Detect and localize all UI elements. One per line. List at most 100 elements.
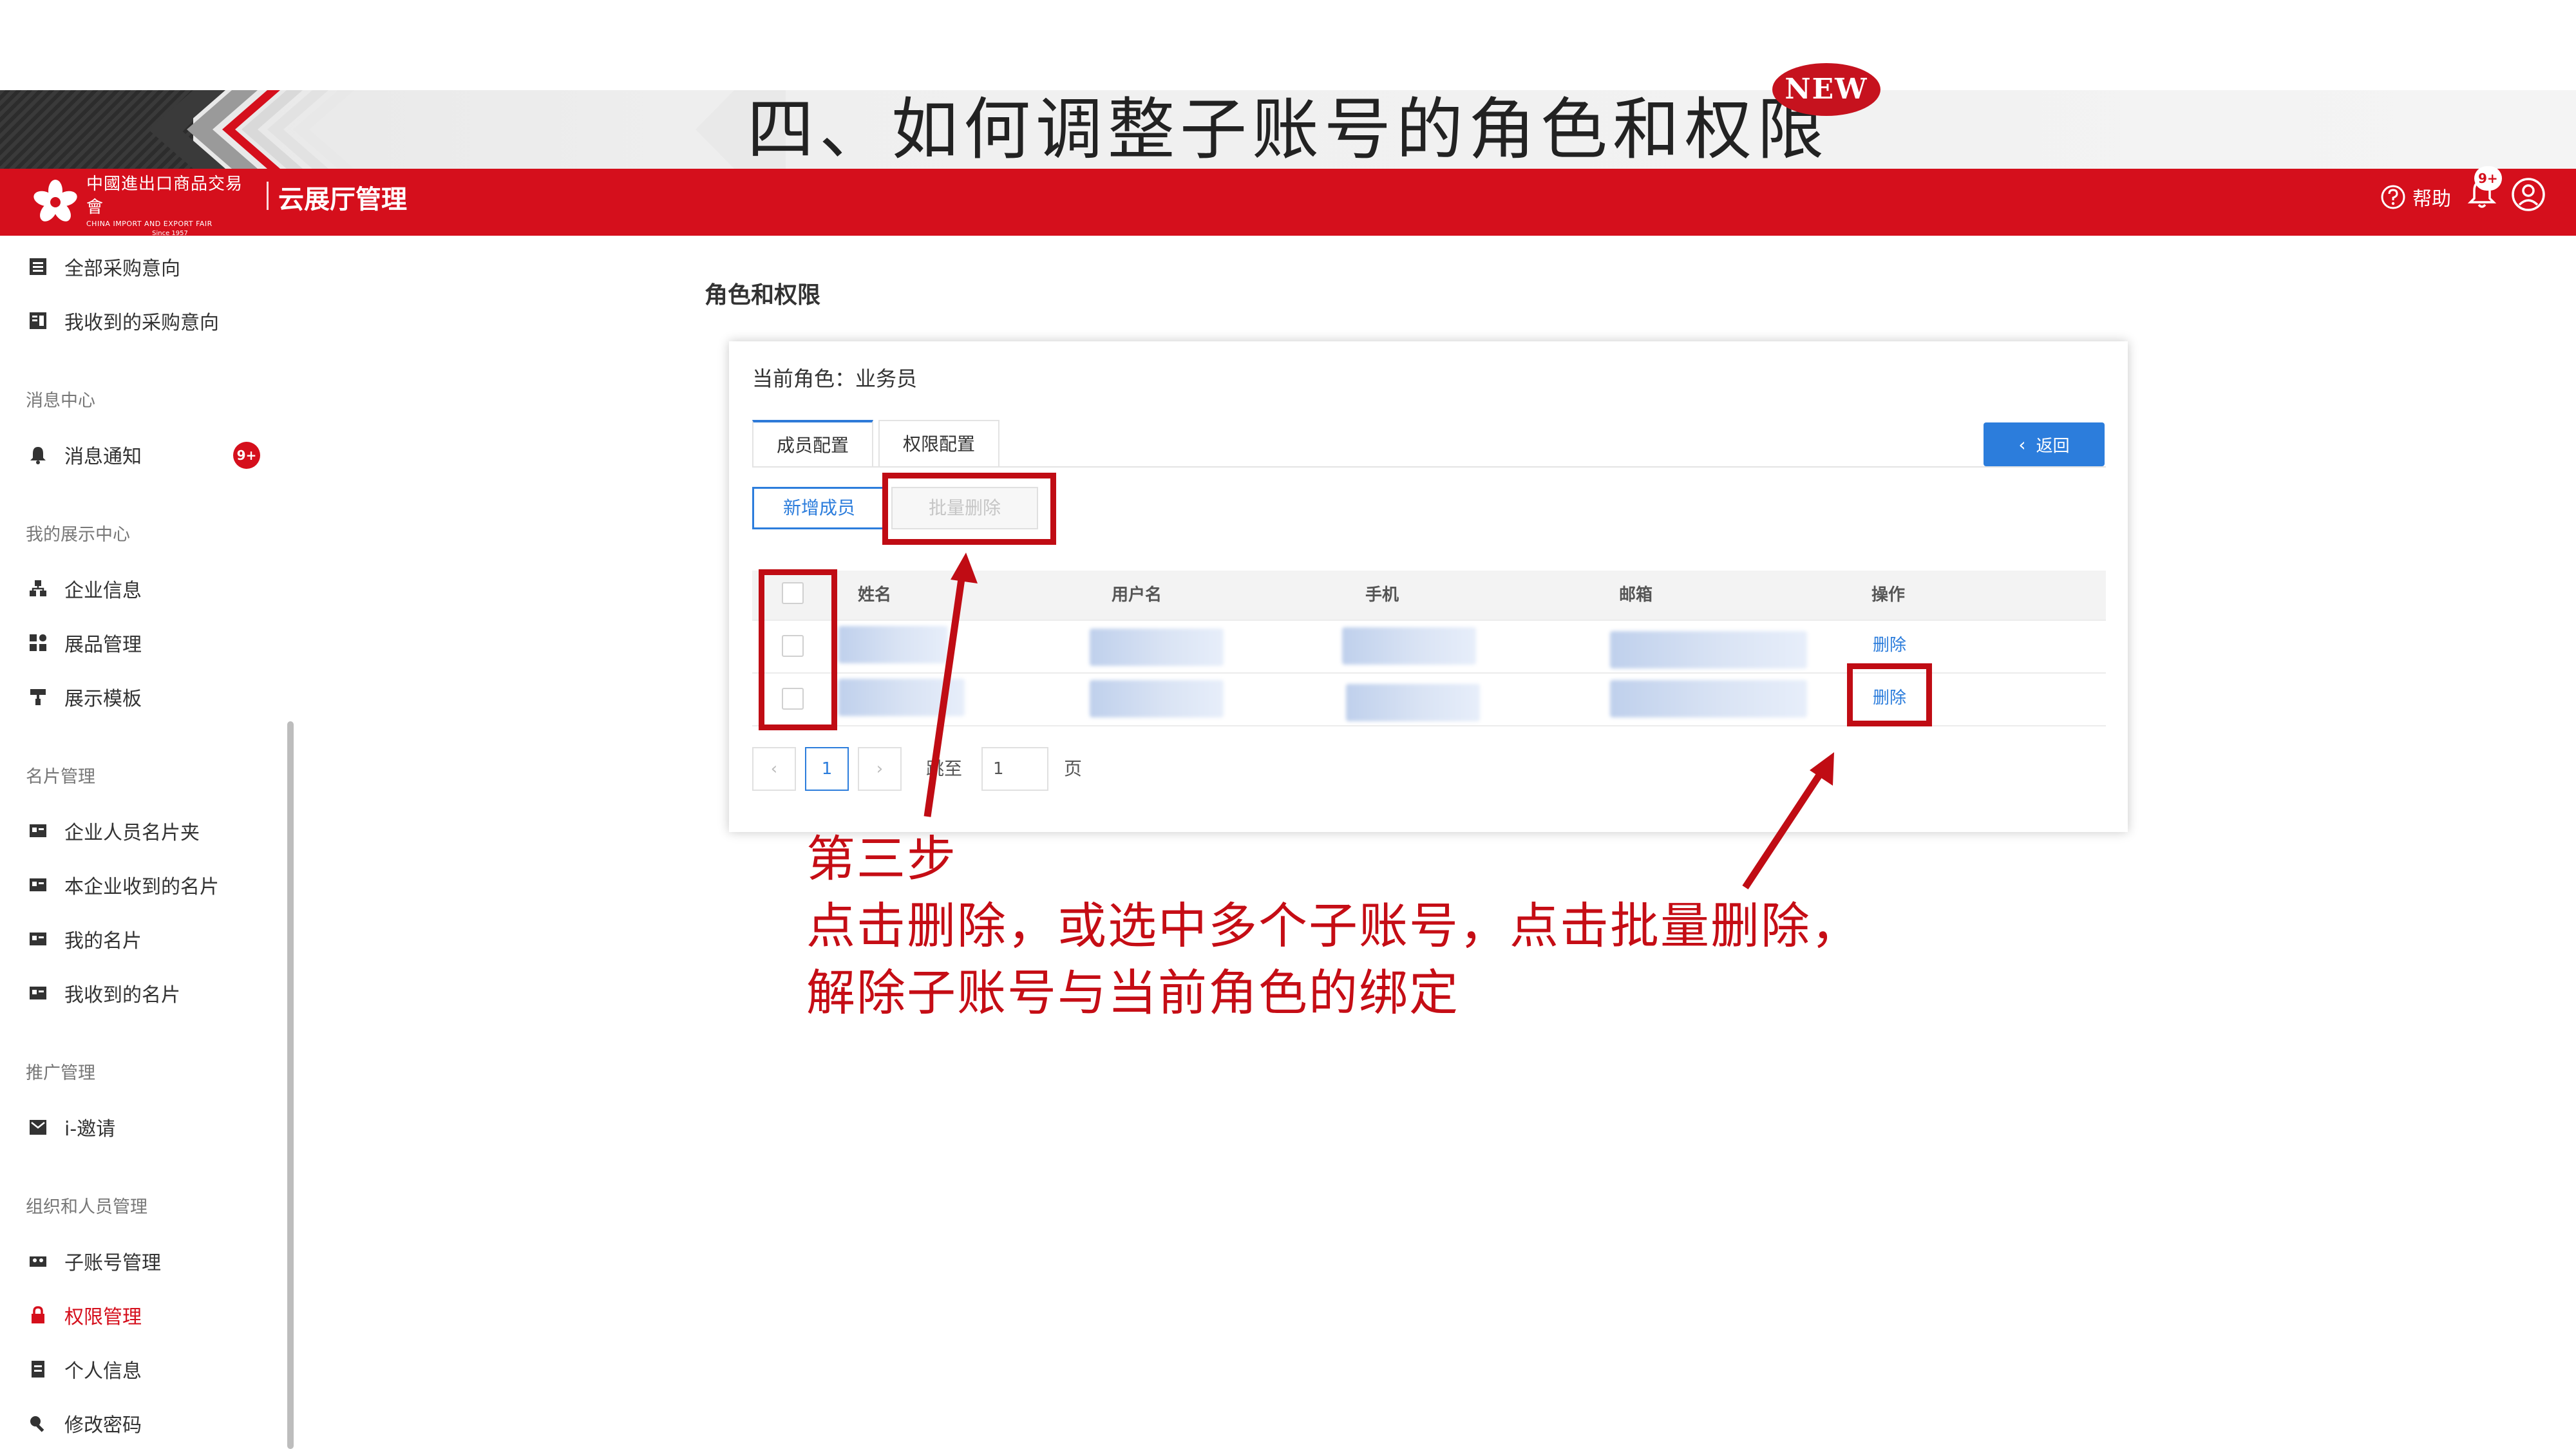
chevron-left-icon: ‹	[2018, 433, 2026, 455]
sidebar-item-all-purchase-intent[interactable]: 全部采购意向	[26, 247, 180, 286]
card-icon	[26, 819, 50, 843]
key-icon	[26, 1411, 50, 1435]
notification-count-badge: 9+	[2474, 166, 2502, 191]
back-label: 返回	[2036, 436, 2070, 456]
column-header-name: 姓名	[858, 585, 892, 605]
sidebar-item-label: 本企业收到的名片	[64, 876, 219, 898]
sidebar-item-exhibits[interactable]: 展品管理	[26, 623, 142, 662]
pager-prev-button[interactable]: ‹	[752, 747, 796, 791]
sidebar-item-sub-accounts[interactable]: 子账号管理	[26, 1242, 161, 1280]
tabs-underline	[752, 466, 2106, 468]
card-icon	[26, 873, 50, 897]
tab-permission-config[interactable]: 权限配置	[878, 420, 999, 466]
sidebar-group-title: 名片管理	[26, 767, 95, 787]
sidebar-item-label: 企业人员名片夹	[64, 822, 200, 844]
blurred-name-cell	[838, 679, 965, 716]
logo-cn: 中國進出口商品交易會	[86, 175, 243, 217]
sidebar-item-received-purchase-intent[interactable]: 我收到的采购意向	[26, 301, 219, 340]
column-header-phone: 手机	[1365, 585, 1399, 605]
new-badge: NEW	[1772, 63, 1880, 116]
sidebar-item-company-info[interactable]: 企业信息	[26, 569, 142, 608]
step-title: 第三步	[806, 830, 957, 887]
sidebar-group-title: 我的展示中心	[26, 525, 130, 545]
user-avatar-icon[interactable]	[2509, 175, 2548, 214]
step-line-1: 点击删除，或选中多个子账号，点击批量删除，	[806, 897, 1861, 954]
sidebar-item-profile[interactable]: 个人信息	[26, 1350, 142, 1388]
tab-member-config[interactable]: 成员配置	[752, 420, 873, 466]
table-divider	[752, 620, 2106, 621]
logo-en: CHINA IMPORT AND EXPORT FAIR	[86, 220, 213, 228]
sidebar-item-label: 全部采购意向	[64, 258, 180, 280]
column-header-username: 用户名	[1112, 585, 1162, 605]
inbox-list-icon	[26, 308, 50, 333]
sidebar-item-label: 企业信息	[64, 580, 142, 602]
sidebar-item-label: 展示模板	[64, 688, 142, 710]
sidebar-group-title: 推广管理	[26, 1063, 95, 1083]
sidebar-item-invite[interactable]: i-邀请	[26, 1108, 115, 1146]
bell-icon	[26, 442, 50, 467]
sidebar-item-my-card[interactable]: 我的名片	[26, 920, 142, 958]
blurred-name-cell	[838, 626, 948, 663]
mail-icon	[26, 1115, 50, 1139]
help-icon	[2381, 185, 2405, 209]
step-line-2: 解除子账号与当前角色的绑定	[806, 964, 1459, 1021]
users-icon	[26, 1249, 50, 1273]
pager-page-suffix: 页	[1064, 758, 1083, 779]
highlight-checkboxes	[759, 569, 837, 730]
doc-icon	[26, 1357, 50, 1381]
step-annotation: 第三步 点击删除，或选中多个子账号，点击批量删除， 解除子账号与当前角色的绑定	[806, 826, 2094, 1027]
org-icon	[26, 576, 50, 601]
brush-icon	[26, 685, 50, 709]
sidebar-item-company-received-cards[interactable]: 本企业收到的名片	[26, 866, 219, 904]
column-header-email: 邮箱	[1619, 585, 1653, 605]
blurred-phone-cell	[1342, 627, 1476, 665]
sidebar-item-label: 修改密码	[64, 1414, 142, 1437]
blurred-username-cell	[1090, 629, 1224, 666]
sidebar-scrollbar[interactable]	[287, 721, 294, 1449]
sidebar-item-label: 子账号管理	[64, 1252, 161, 1274]
canton-fair-logo-icon	[33, 180, 77, 222]
sidebar-item-label: i-邀请	[64, 1118, 116, 1141]
list-icon	[26, 254, 50, 279]
pager-goto-label: 跳至	[926, 758, 963, 779]
sidebar-item-label: 我收到的采购意向	[64, 312, 219, 334]
sidebar-item-label: 消息通知	[64, 446, 142, 468]
blurred-email-cell	[1610, 631, 1807, 668]
sidebar-item-change-password[interactable]: 修改密码	[26, 1404, 142, 1443]
highlight-delete-link	[1847, 663, 1932, 726]
sidebar-item-label: 我的名片	[64, 930, 142, 952]
blurred-username-cell	[1090, 680, 1224, 717]
sidebar-group-title: 组织和人员管理	[26, 1197, 147, 1217]
sidebar-item-label: 个人信息	[64, 1360, 142, 1383]
sidebar-item-permissions[interactable]: 权限管理	[26, 1296, 142, 1334]
pager-page-1[interactable]: 1	[805, 747, 849, 791]
sidebar-item-notifications[interactable]: 消息通知	[26, 435, 142, 474]
sidebar-group-title: 消息中心	[26, 391, 95, 411]
sidebar-item-label: 权限管理	[64, 1306, 142, 1329]
help-button[interactable]: 帮助	[2380, 178, 2451, 216]
add-member-button[interactable]: 新增成员	[752, 487, 886, 529]
column-header-action: 操作	[1871, 585, 1906, 605]
sidebar-item-my-received-cards[interactable]: 我收到的名片	[26, 974, 180, 1012]
delete-link[interactable]: 删除	[1873, 632, 1906, 658]
back-button[interactable]: ‹ 返回	[1984, 422, 2105, 466]
sidebar-notification-badge: 9+	[233, 442, 260, 469]
highlight-bulk-delete	[882, 473, 1056, 545]
page-title: 角色和权限	[705, 282, 821, 308]
pager-next-button[interactable]: ›	[858, 747, 902, 791]
help-label: 帮助	[2412, 188, 2451, 211]
card-icon	[26, 981, 50, 1005]
card-icon	[26, 927, 50, 951]
current-role-label: 当前角色：业务员	[752, 366, 918, 391]
pager-goto-input[interactable]: 1	[981, 747, 1048, 791]
logo-separator	[267, 182, 269, 210]
sidebar-item-staff-cards[interactable]: 企业人员名片夹	[26, 811, 200, 850]
lock-icon	[26, 1303, 50, 1327]
logo-text: 中國進出口商品交易會 CHINA IMPORT AND EXPORT FAIR …	[86, 173, 254, 238]
sidebar-item-templates[interactable]: 展示模板	[26, 677, 142, 716]
sidebar-item-label: 我收到的名片	[64, 984, 180, 1007]
grid-icon	[26, 630, 50, 655]
slide: 四、如何调整子账号的角色和权限 NEW 中國進出口商品交易會 CHINA IMP…	[0, 0, 2576, 1449]
sidebar-item-label: 展品管理	[64, 634, 142, 656]
blurred-email-cell	[1610, 680, 1807, 717]
